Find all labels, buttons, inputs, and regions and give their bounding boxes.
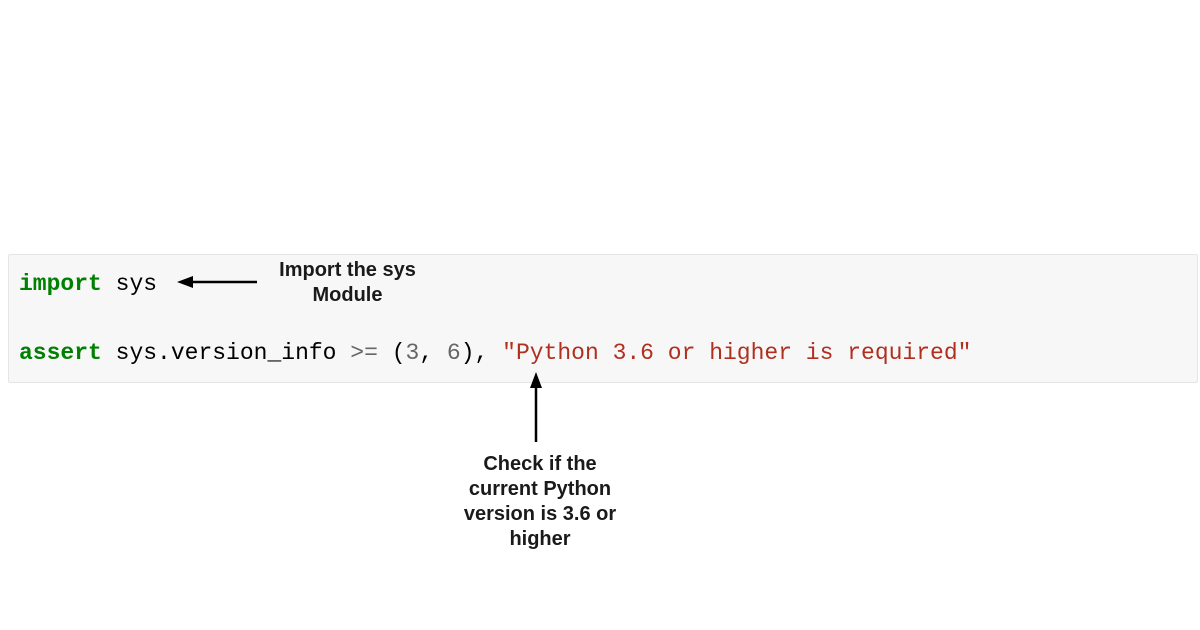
expression: sys.version_info: [116, 340, 351, 366]
annotation-assert: Check if the current Python version is 3…: [455, 452, 625, 552]
paren-open: (: [378, 340, 406, 366]
keyword-import: import: [19, 271, 102, 297]
comma: ,: [419, 340, 447, 366]
blank-line: [19, 302, 1187, 336]
paren-close: ),: [461, 340, 502, 366]
number-3: 3: [406, 340, 420, 366]
annotation-assert-line4: higher: [455, 527, 625, 552]
annotation-import-line2: Module: [265, 283, 430, 308]
code-line-2: assert sys.version_info >= (3, 6), "Pyth…: [19, 336, 1187, 371]
annotation-import-line1: Import the sys: [265, 258, 430, 283]
space: [102, 340, 116, 366]
module-name: sys: [116, 271, 157, 297]
annotation-assert-line3: version is 3.6 or: [455, 502, 625, 527]
string-literal: "Python 3.6 or higher is required": [502, 340, 971, 366]
annotation-assert-line1: Check if the: [455, 452, 625, 477]
arrow-up-icon: [526, 372, 546, 442]
operator: >=: [350, 340, 378, 366]
annotation-assert-line2: current Python: [455, 477, 625, 502]
number-6: 6: [447, 340, 461, 366]
annotation-import: Import the sys Module: [265, 258, 430, 308]
keyword-assert: assert: [19, 340, 102, 366]
space: [102, 271, 116, 297]
arrow-left-icon: [177, 272, 257, 292]
